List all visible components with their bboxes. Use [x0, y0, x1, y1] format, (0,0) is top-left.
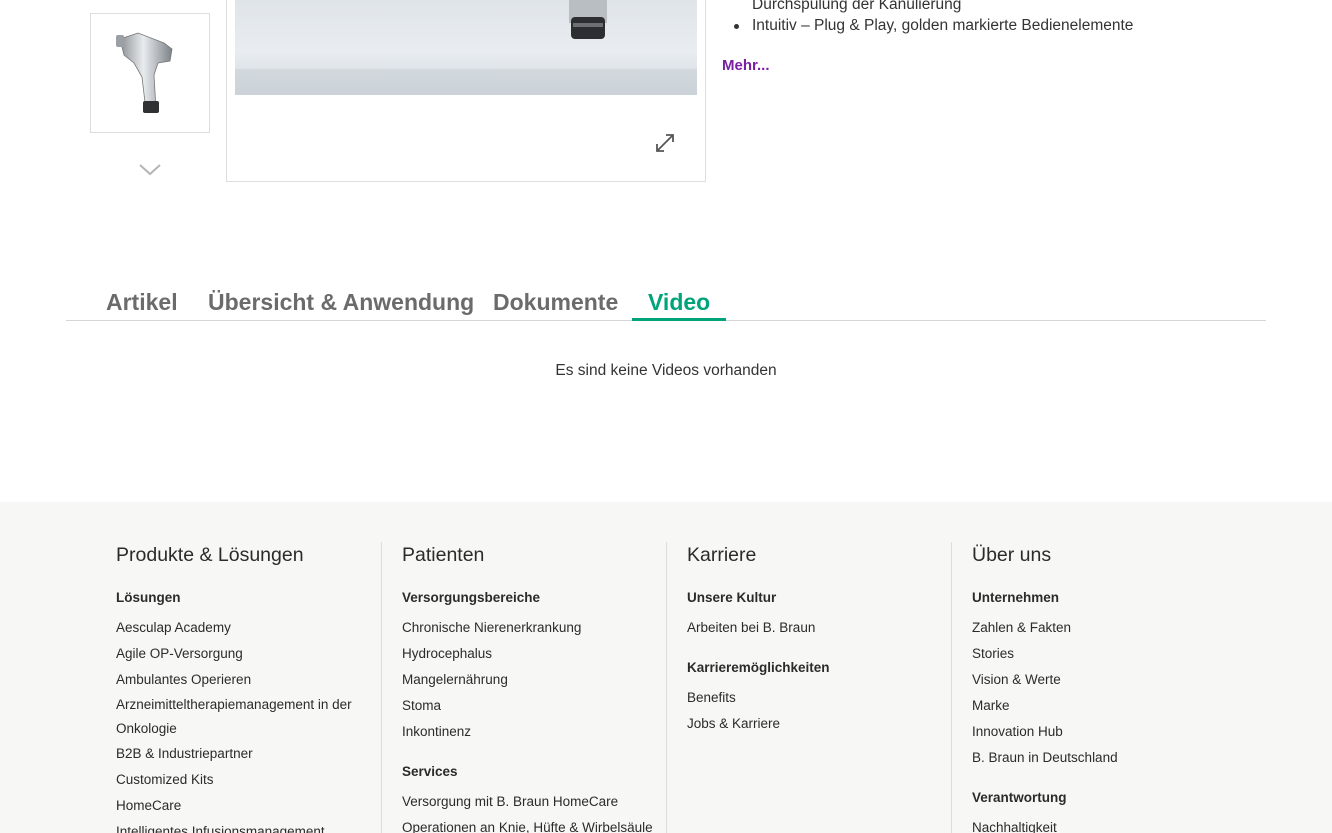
footer-link[interactable]: Marke	[972, 693, 1242, 719]
expand-image-button[interactable]	[653, 131, 677, 155]
thumbnail-scroll-down-button[interactable]	[138, 160, 162, 180]
footer-group-heading: Karrieremöglichkeiten	[687, 660, 830, 675]
footer-column-title: Über uns	[972, 544, 1052, 566]
expand-icon	[656, 134, 674, 152]
footer-link[interactable]: HomeCare	[116, 793, 366, 819]
tab-artikel[interactable]: Artikel	[106, 284, 178, 320]
product-tabs: Artikel Übersicht & Anwendung Dokumente …	[66, 284, 1266, 321]
footer-link[interactable]: B2B & Industriepartner	[116, 741, 366, 767]
footer-column-title: Patienten	[402, 544, 485, 566]
no-videos-message: Es sind keine Videos vorhanden	[555, 362, 777, 379]
product-main-image-frame[interactable]	[226, 0, 706, 182]
footer-group-heading: Services	[402, 764, 458, 779]
footer-link[interactable]: Ambulantes Operieren	[116, 667, 366, 693]
footer-link[interactable]: Inkontinenz	[402, 719, 672, 745]
footer-link[interactable]: Arzneimitteltherapiemanagement in der On…	[116, 693, 366, 741]
product-main-photo	[235, 0, 697, 95]
footer-column-title: Karriere	[687, 544, 757, 566]
footer-link[interactable]: Nachhaltigkeit	[972, 815, 1242, 833]
footer-link[interactable]: Vision & Werte	[972, 667, 1242, 693]
footer-link[interactable]: Innovation Hub	[972, 719, 1242, 745]
footer-link[interactable]: Mangelernährung	[402, 667, 672, 693]
footer-column-produkte: Produkte & Lösungen Lösungen Aesculap Ac…	[116, 542, 366, 833]
chevron-down-icon	[139, 164, 161, 176]
footer-column-ueber-uns: Über uns Unternehmen Zahlen & Fakten Sto…	[972, 542, 1242, 833]
product-thumbnail[interactable]	[90, 13, 210, 133]
footer-link[interactable]: Customized Kits	[116, 767, 366, 793]
footer-divider	[381, 542, 382, 833]
footer-link[interactable]: Stoma	[402, 693, 672, 719]
footer-link[interactable]: Agile OP-Versorgung	[116, 641, 366, 667]
footer-column-title: Produkte & Lösungen	[116, 544, 304, 566]
product-feature-list: Durchspülung der Kanülierung Intuitiv – …	[722, 0, 1282, 36]
tab-uebersicht-anwendung[interactable]: Übersicht & Anwendung	[208, 284, 474, 320]
footer-link[interactable]: Aesculap Academy	[116, 615, 366, 641]
footer-link[interactable]: Chronische Nierenerkrankung	[402, 615, 672, 641]
footer-group-heading: Verantwortung	[972, 790, 1067, 805]
footer-group-heading: Unternehmen	[972, 590, 1060, 605]
footer-link[interactable]: Jobs & Karriere	[687, 711, 957, 737]
footer-link[interactable]: Versorgung mit B. Braun HomeCare	[402, 789, 672, 815]
footer-link[interactable]: Hydrocephalus	[402, 641, 672, 667]
site-footer: Produkte & Lösungen Lösungen Aesculap Ac…	[0, 502, 1332, 833]
footer-link[interactable]: B. Braun in Deutschland	[972, 745, 1242, 771]
footer-link[interactable]: Zahlen & Fakten	[972, 615, 1242, 641]
footer-link[interactable]: Stories	[972, 641, 1242, 667]
footer-column-patienten: Patienten Versorgungsbereiche Chronische…	[402, 542, 672, 833]
footer-link[interactable]: Arbeiten bei B. Braun	[687, 615, 957, 641]
more-link[interactable]: Mehr...	[722, 57, 770, 74]
footer-link[interactable]: Benefits	[687, 685, 957, 711]
footer-column-karriere: Karriere Unsere Kultur Arbeiten bei B. B…	[687, 542, 957, 755]
surgical-drill-thumbnail-image	[116, 32, 173, 113]
feature-item: Durchspülung der Kanülierung	[752, 0, 962, 13]
footer-link[interactable]: Intelligentes Infusionsmanagement	[116, 819, 366, 833]
footer-group-heading: Unsere Kultur	[687, 590, 777, 605]
tab-video[interactable]: Video	[631, 284, 727, 321]
feature-item: Intuitiv – Plug & Play, golden markierte…	[722, 15, 1282, 36]
footer-group-heading: Lösungen	[116, 590, 181, 605]
tab-dokumente[interactable]: Dokumente	[493, 284, 618, 320]
footer-group-heading: Versorgungsbereiche	[402, 590, 541, 605]
footer-link[interactable]: Operationen an Knie, Hüfte & Wirbelsäule	[402, 815, 672, 833]
